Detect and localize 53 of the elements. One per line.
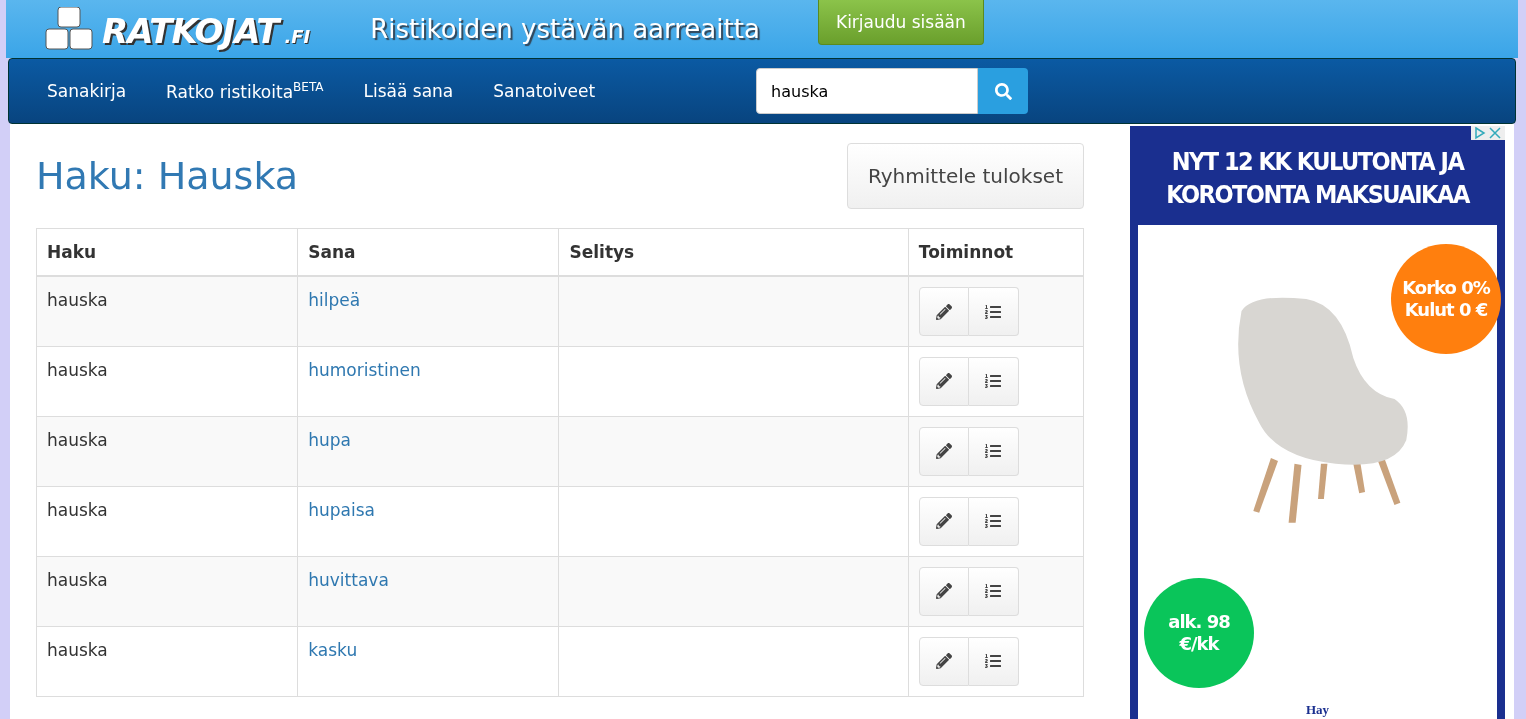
- group-results-button[interactable]: Ryhmittele tulokset: [846, 143, 1084, 209]
- numbered-list-icon: [985, 303, 1002, 320]
- ad-headline: NYT 12 KK KULUTONTA JA KOROTONTA MAKSUAIKAA: [1138, 126, 1497, 225]
- word-link[interactable]: kasku: [308, 639, 358, 660]
- list-button[interactable]: [968, 566, 1019, 616]
- edit-button[interactable]: [918, 356, 969, 406]
- list-button[interactable]: [968, 356, 1019, 406]
- search-button[interactable]: [978, 68, 1029, 114]
- nav-link[interactable]: Lisää sana: [363, 81, 454, 101]
- pencil-icon: [935, 653, 952, 669]
- pencil-icon: [935, 443, 952, 459]
- list-button[interactable]: [968, 287, 1019, 336]
- list-button[interactable]: [968, 636, 1019, 686]
- pencil-icon: [935, 513, 952, 529]
- table-cell: hauska: [36, 556, 298, 626]
- table-cell: hauska: [36, 346, 298, 416]
- edit-button[interactable]: [918, 496, 969, 546]
- nav-link[interactable]: Ratko ristikoita$^{BETA}$: [166, 80, 324, 102]
- word-link[interactable]: huvittava: [308, 569, 389, 590]
- search-icon: [994, 82, 1012, 100]
- logo-blocks-icon: [44, 7, 96, 51]
- brand-name: Hay: [1305, 702, 1330, 718]
- pencil-icon: [935, 583, 952, 599]
- edit-button[interactable]: [918, 566, 969, 616]
- word-link[interactable]: humoristinen: [308, 359, 421, 380]
- nav-link[interactable]: Sanakirja: [47, 81, 127, 101]
- numbered-list-icon: [985, 513, 1002, 529]
- table-cell: hauska: [36, 626, 298, 696]
- numbered-list-icon: [985, 653, 1002, 669]
- search-field[interactable]: hauska: [756, 68, 979, 114]
- login-button[interactable]: Kirjaudu sisään: [818, 0, 984, 45]
- page-title: Haku: Hauska: [36, 154, 299, 198]
- numbered-list-icon: [985, 443, 1002, 459]
- interest-badge: Korko 0% Kulut 0 €: [1391, 244, 1501, 354]
- table-cell: hauska: [36, 276, 298, 346]
- edit-button[interactable]: [918, 636, 969, 686]
- numbered-list-icon: [985, 373, 1002, 389]
- numbered-list-icon: [985, 583, 1002, 599]
- word-link[interactable]: hupa: [308, 429, 351, 450]
- list-button[interactable]: [968, 496, 1019, 546]
- word-link[interactable]: hilpeä: [308, 290, 361, 310]
- nav-link[interactable]: Sanatoiveet: [493, 81, 596, 101]
- site-tagline: Ristikoiden ystävän aarreaitta: [370, 14, 760, 44]
- edit-button[interactable]: [918, 426, 969, 476]
- logo-suffix: .FI: [284, 26, 311, 47]
- pencil-icon: [935, 303, 952, 320]
- table-cell: hauska: [36, 416, 298, 486]
- edit-button[interactable]: [918, 287, 969, 336]
- word-link[interactable]: hupaisa: [308, 499, 375, 520]
- table-cell: hauska: [36, 486, 298, 556]
- price-badge: alk. 98 €/kk: [1144, 578, 1254, 688]
- pencil-icon: [935, 373, 952, 389]
- list-button[interactable]: [968, 426, 1019, 476]
